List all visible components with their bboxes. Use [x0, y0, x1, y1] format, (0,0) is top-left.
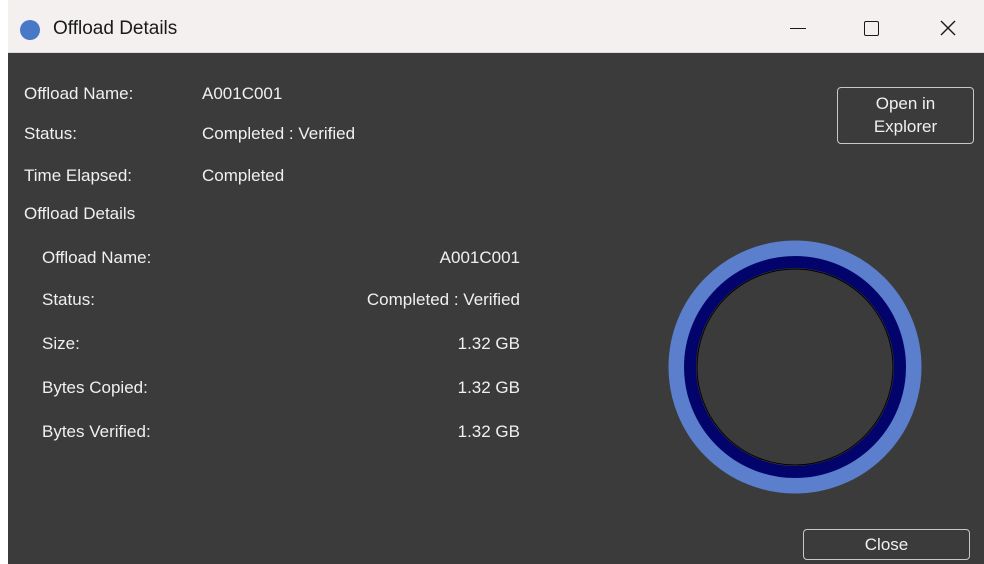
- maximize-button[interactable]: [848, 10, 894, 46]
- close-window-button[interactable]: [925, 10, 971, 46]
- title-bar: Offload Details: [8, 0, 984, 53]
- details-row-label: Bytes Verified:: [42, 422, 151, 441]
- offload-details-window: Offload Details Offload Name: A001C001 S…: [8, 0, 984, 564]
- details-row-value: 1.32 GB: [457, 334, 520, 353]
- maximize-icon: [863, 20, 879, 36]
- details-row-label: Status:: [42, 290, 95, 309]
- app-circle-icon: [20, 20, 40, 40]
- minimize-button[interactable]: [775, 10, 821, 46]
- details-row-label: Bytes Copied:: [42, 378, 148, 397]
- open-in-explorer-label-line2: Explorer: [873, 117, 938, 136]
- close-button[interactable]: Close: [803, 529, 970, 560]
- details-row-value: Completed : Verified: [366, 290, 520, 309]
- details-row-value: 1.32 GB: [457, 422, 520, 441]
- summary-time-elapsed-value: Completed: [202, 166, 285, 185]
- details-heading: Offload Details: [24, 204, 136, 223]
- details-row-label: Size:: [42, 334, 80, 353]
- summary-offload-name-label: Offload Name:: [24, 84, 134, 103]
- window-title: Offload Details: [53, 18, 178, 39]
- close-icon: [940, 20, 956, 36]
- details-row-label: Offload Name:: [42, 248, 152, 267]
- summary-status-value: Completed : Verified: [202, 124, 356, 143]
- summary-offload-name-value: A001C001: [202, 84, 283, 103]
- progress-ring: [668, 240, 922, 494]
- summary-status-label: Status:: [24, 124, 77, 143]
- progress-ring-center: [696, 268, 894, 466]
- open-in-explorer-label-line1: Open in: [875, 94, 936, 113]
- summary-time-elapsed-label: Time Elapsed:: [24, 166, 133, 185]
- details-row-value: A001C001: [439, 248, 520, 267]
- details-row-value: 1.32 GB: [457, 378, 520, 397]
- open-in-explorer-button[interactable]: Open in Explorer: [837, 87, 974, 144]
- progress-ring-graphic: [668, 240, 922, 494]
- minimize-icon: [790, 27, 806, 29]
